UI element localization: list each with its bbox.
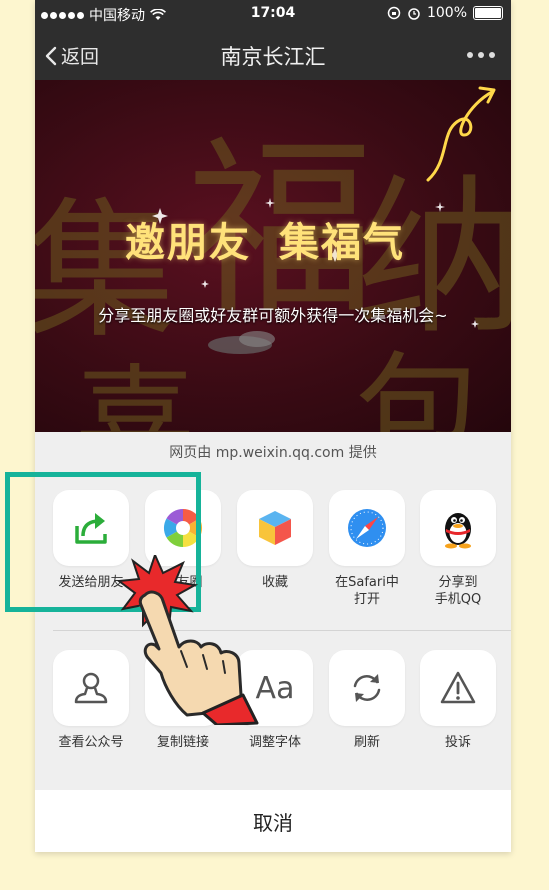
battery-icon: [473, 6, 503, 20]
banner-headline: 邀朋友 集福气: [125, 210, 405, 268]
view-official-account-label: 查看公众号: [58, 735, 124, 750]
refresh-icon: [353, 674, 381, 702]
refresh-button[interactable]: 刷新: [327, 650, 407, 751]
battery-percent: 100%: [426, 5, 467, 21]
share-to-qq-label: 分享到 手机QQ: [434, 575, 482, 607]
promo-banner: 集 福 纳 喜 包 邀朋友 集福气 分享至朋友圈或好友群可额外获得一次集福机会~: [35, 80, 511, 432]
warning-icon: [440, 671, 476, 704]
open-in-safari-label: 在Safari中 打开: [335, 575, 399, 607]
safari-compass-icon: [348, 509, 386, 547]
tap-hand-icon: [116, 555, 259, 725]
page-title: 南京长江汇: [220, 45, 326, 69]
favorites-cube-icon: [259, 511, 291, 545]
more-menu-icon[interactable]: [467, 52, 495, 58]
cancel-button[interactable]: 取消: [35, 790, 511, 852]
headline-collect-luck: 集福气: [279, 219, 405, 266]
nav-bar: 返回 南京长江汇: [35, 28, 511, 80]
report-button[interactable]: 投诉: [418, 650, 498, 751]
headline-invite-friends: 邀朋友: [125, 219, 251, 266]
adjust-font-label: 调整字体: [248, 735, 301, 750]
qq-penguin-icon: [445, 513, 471, 549]
status-bar: 中国移动 17:04 100%: [35, 0, 511, 28]
refresh-label: 刷新: [353, 735, 380, 750]
share-to-qq-button[interactable]: 分享到 手机QQ: [418, 490, 498, 608]
banner-subtitle: 分享至朋友圈或好友群可额外获得一次集福机会~: [98, 306, 448, 325]
alarm-icon: [408, 8, 420, 20]
provider-text: 网页由 mp.weixin.qq.com 提供: [169, 445, 377, 461]
copy-link-label: 复制链接: [156, 735, 209, 750]
report-label: 投诉: [444, 735, 471, 750]
rotation-lock-icon: [387, 6, 401, 20]
open-in-safari-button[interactable]: 在Safari中 打开: [327, 490, 407, 608]
